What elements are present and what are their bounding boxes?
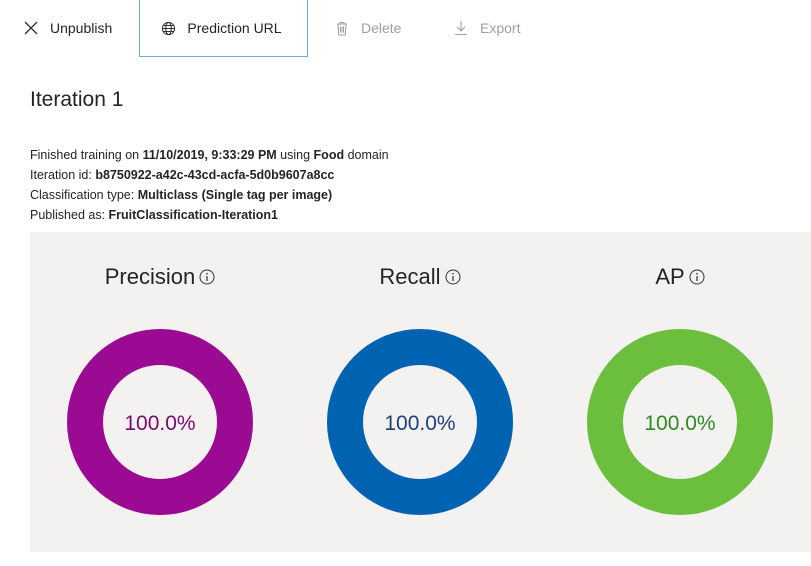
iteration-details: Finished training on 11/10/2019, 9:33:29… bbox=[30, 145, 389, 225]
export-button[interactable]: Export bbox=[452, 0, 520, 56]
published-as: Published as: FruitClassification-Iterat… bbox=[30, 205, 389, 225]
iteration-title: Iteration 1 bbox=[30, 88, 124, 111]
info-icon[interactable] bbox=[199, 265, 215, 285]
precision-donut: 100.0% bbox=[67, 329, 253, 515]
classification-label: Classification type: bbox=[30, 188, 138, 202]
prediction-url-button[interactable]: Prediction URL bbox=[139, 0, 308, 57]
globe-icon bbox=[159, 19, 177, 37]
trash-icon bbox=[333, 19, 351, 37]
delete-label: Delete bbox=[361, 20, 402, 36]
precision-value: 100.0% bbox=[124, 412, 195, 435]
download-icon bbox=[452, 19, 470, 37]
close-icon bbox=[22, 19, 40, 37]
export-label: Export bbox=[480, 20, 521, 36]
classification-type: Classification type: Multiclass (Single … bbox=[30, 185, 389, 205]
info-icon[interactable] bbox=[445, 265, 461, 285]
recall-title: Recall bbox=[325, 264, 515, 290]
ap-title: AP bbox=[585, 264, 775, 290]
finished-suffix: domain bbox=[344, 148, 389, 162]
precision-label: Precision bbox=[104, 264, 196, 289]
published-label: Published as: bbox=[30, 208, 109, 222]
recall-donut: 100.0% bbox=[327, 329, 513, 515]
delete-button[interactable]: Delete bbox=[333, 0, 401, 56]
iteration-id-value: b8750922-a42c-43cd-acfa-5d0b9607a8cc bbox=[95, 168, 335, 182]
iteration-id-label: Iteration id: bbox=[30, 168, 96, 182]
published-value: FruitClassification-Iteration1 bbox=[108, 208, 279, 222]
iteration-id: Iteration id: b8750922-a42c-43cd-acfa-5d… bbox=[30, 165, 389, 185]
metrics-panel: Precision 100.0% Recall 100.0% AP 100.0% bbox=[30, 232, 811, 552]
unpublish-button[interactable]: Unpublish bbox=[22, 0, 112, 56]
precision-metric: Precision 100.0% bbox=[65, 232, 255, 552]
info-icon[interactable] bbox=[689, 265, 705, 285]
training-info: Finished training on 11/10/2019, 9:33:29… bbox=[30, 145, 389, 165]
prediction-url-label: Prediction URL bbox=[187, 20, 282, 36]
finished-datetime: 11/10/2019, 9:33:29 PM bbox=[142, 148, 277, 162]
unpublish-label: Unpublish bbox=[50, 20, 113, 36]
command-bar: Unpublish Prediction URL Delete Export bbox=[0, 0, 811, 57]
ap-donut: 100.0% bbox=[587, 329, 773, 515]
recall-value: 100.0% bbox=[384, 412, 455, 435]
precision-title: Precision bbox=[65, 264, 255, 290]
ap-label: AP bbox=[655, 264, 685, 289]
finished-using: using bbox=[276, 148, 314, 162]
recall-metric: Recall 100.0% bbox=[325, 232, 515, 552]
domain-name: Food bbox=[313, 148, 345, 162]
classification-value: Multiclass (Single tag per image) bbox=[137, 188, 333, 202]
ap-value: 100.0% bbox=[644, 412, 715, 435]
recall-label: Recall bbox=[379, 264, 441, 289]
ap-metric: AP 100.0% bbox=[585, 232, 775, 552]
finished-prefix: Finished training on bbox=[30, 148, 143, 162]
